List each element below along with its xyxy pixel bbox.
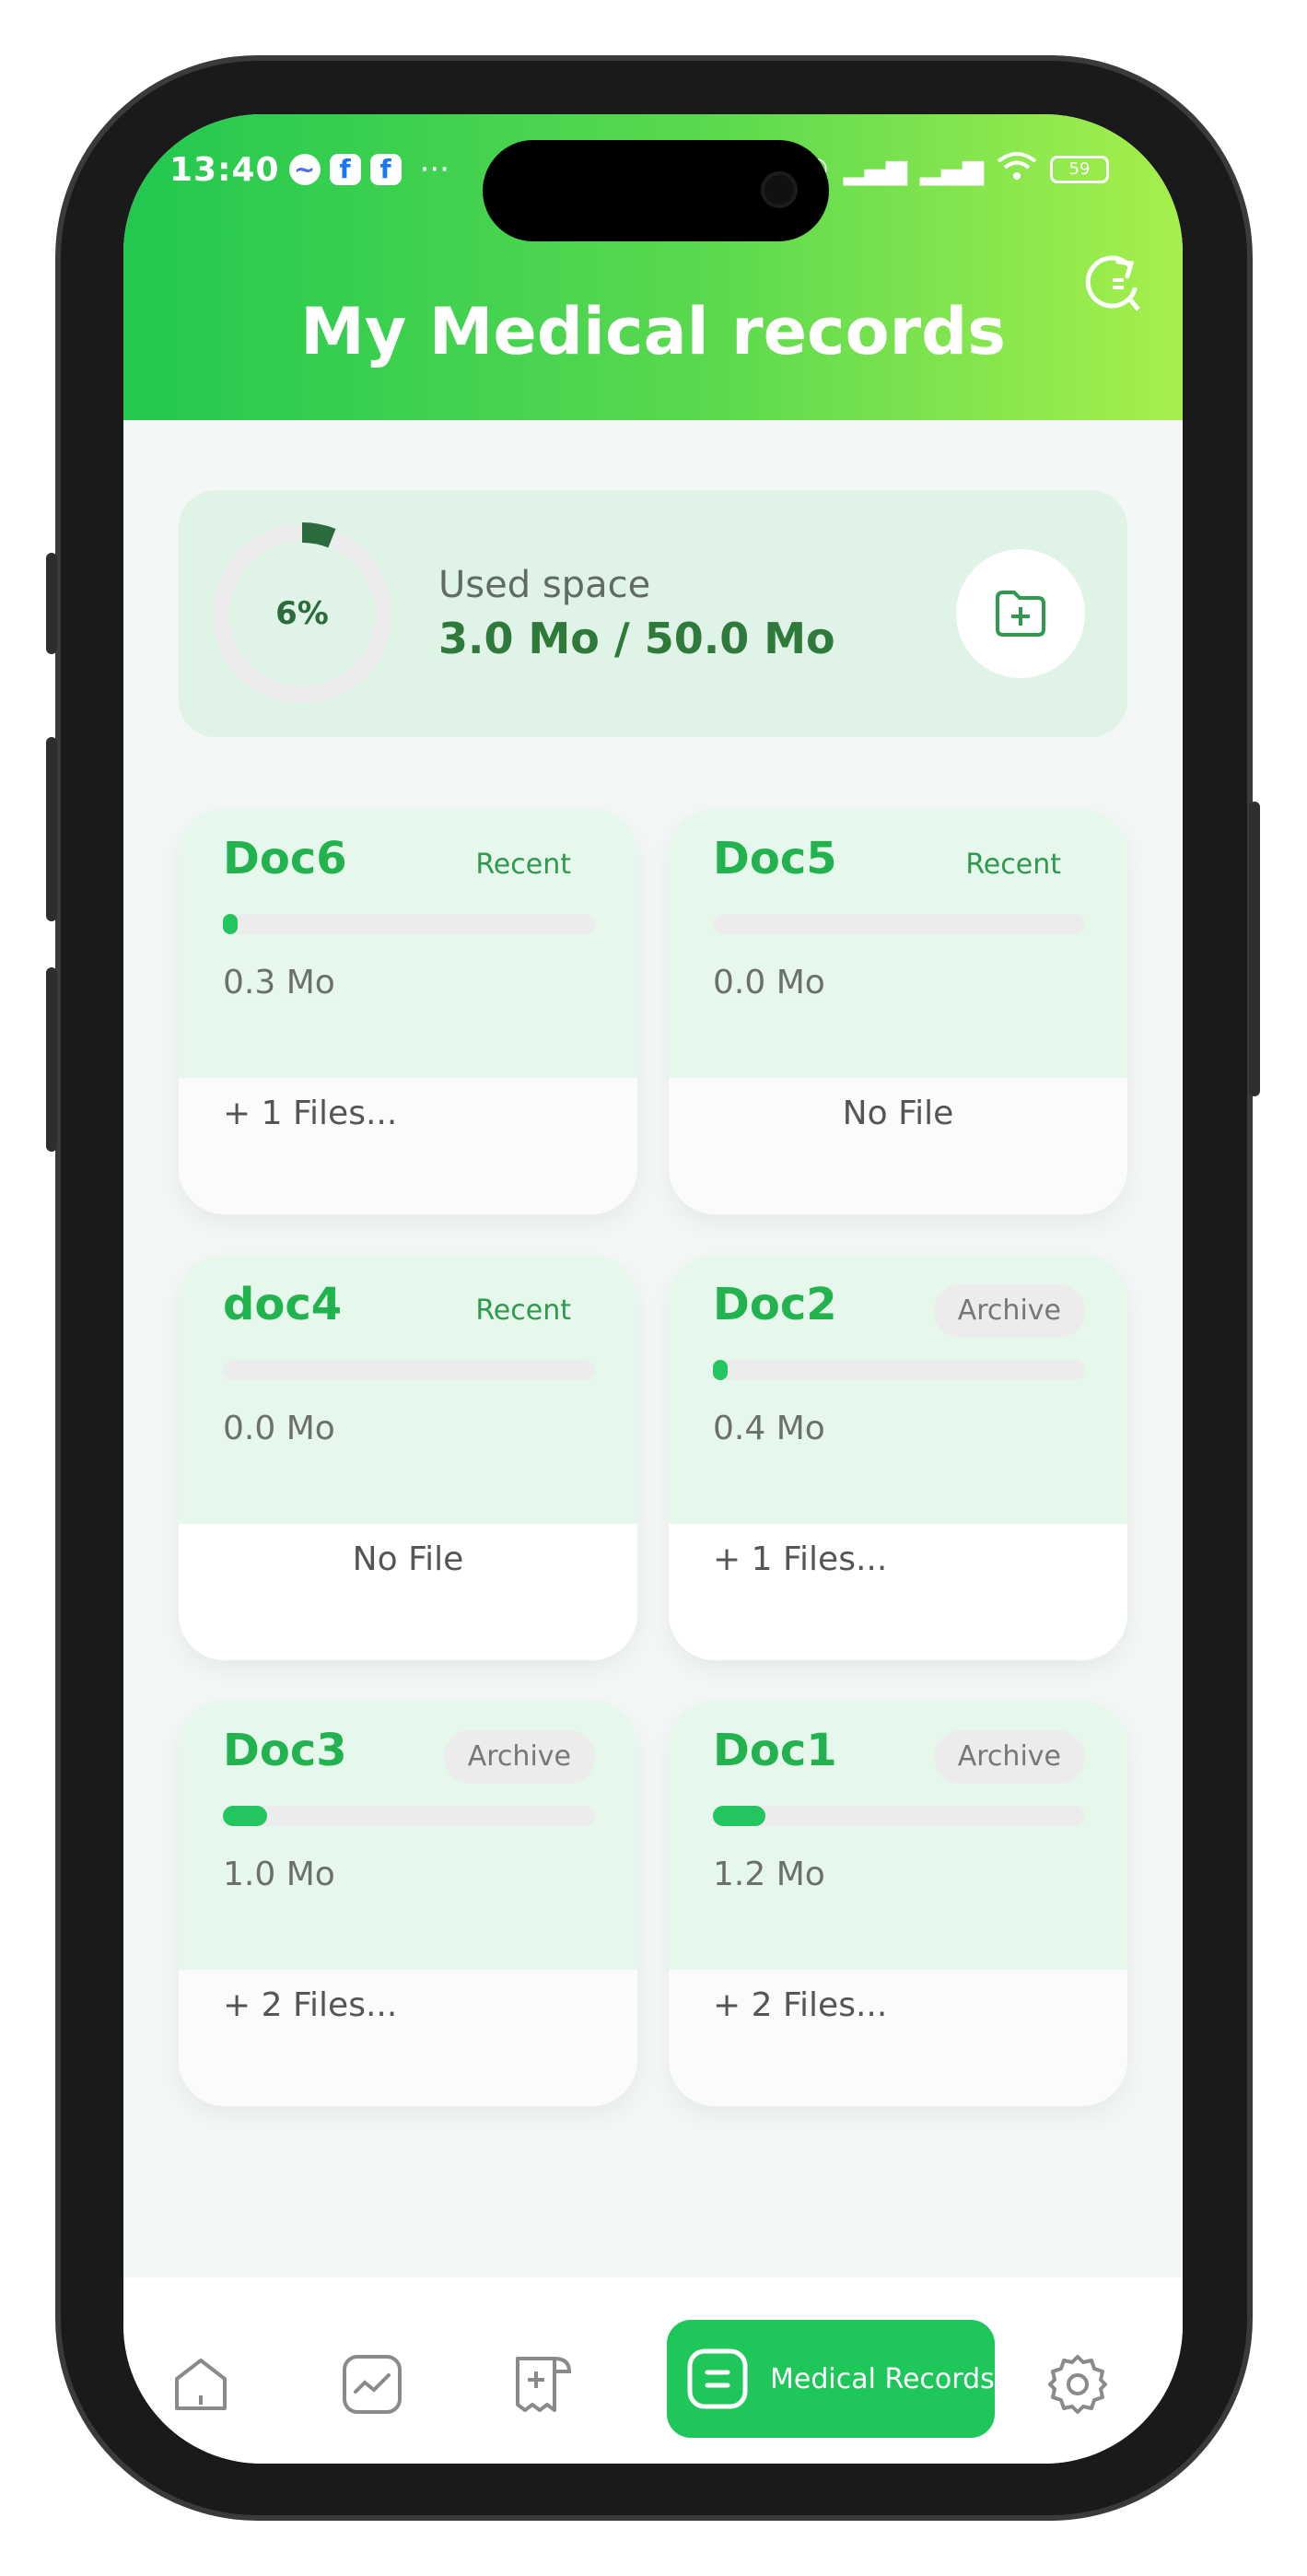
facebook-icon-2: f	[369, 154, 402, 185]
status-time: 13:40	[169, 150, 280, 189]
record-size: 0.0 Mo	[713, 964, 825, 1001]
record-card[interactable]: Doc3 Archive 1.0 Mo + 2 Files...	[179, 1701, 637, 2106]
action-button	[46, 553, 57, 654]
status-badge: Archive	[933, 1284, 1085, 1338]
size-progress-bar	[713, 914, 1085, 934]
files-count: + 1 Files...	[713, 1540, 888, 1578]
record-card[interactable]: Doc1 Archive 1.2 Mo + 2 Files...	[669, 1701, 1127, 2106]
nav-settings[interactable]	[1044, 2351, 1111, 2418]
record-name: Doc1	[713, 1725, 837, 1776]
dynamic-island	[483, 140, 829, 241]
used-space-label: Used space	[438, 564, 651, 606]
add-folder-icon	[996, 591, 1045, 637]
record-size: 1.0 Mo	[223, 1856, 335, 1893]
size-progress-bar	[223, 914, 595, 934]
bottom-nav	[123, 2277, 1183, 2464]
used-space-value: 3.0 Mo / 50.0 Mo	[438, 614, 835, 663]
more-notifications-icon: ···	[419, 151, 450, 188]
messenger-icon: ~	[288, 154, 321, 185]
home-icon	[175, 2359, 227, 2410]
record-size: 1.2 Mo	[713, 1856, 825, 1893]
gear-icon	[1048, 2355, 1107, 2414]
add-folder-button[interactable]	[956, 549, 1085, 678]
record-name: Doc6	[223, 833, 347, 884]
record-card[interactable]: Doc6 Recent 0.3 Mo + 1 Files...	[179, 809, 637, 1214]
signal-icon-2: ▂▄▆	[919, 153, 984, 186]
nav-stats[interactable]	[339, 2351, 405, 2418]
add-document-icon	[516, 2357, 572, 2412]
record-name: Doc2	[713, 1279, 837, 1330]
size-progress-fill	[713, 1360, 729, 1380]
status-badge: Recent	[451, 1284, 595, 1338]
record-name: doc4	[223, 1279, 343, 1330]
wifi-icon	[997, 150, 1037, 189]
record-card[interactable]: doc4 Recent 0.0 Mo No File	[179, 1255, 637, 1660]
size-progress-bar	[713, 1806, 1085, 1826]
record-card[interactable]: Doc5 Recent 0.0 Mo No File	[669, 809, 1127, 1214]
files-count: + 2 Files...	[223, 1986, 398, 2024]
size-progress-bar	[713, 1360, 1085, 1380]
page-title: My Medical records	[300, 294, 1006, 369]
size-progress-bar	[223, 1806, 595, 1826]
records-icon	[687, 2348, 748, 2409]
volume-down-button	[46, 967, 57, 1152]
status-badge: Recent	[941, 838, 1085, 892]
files-count: No File	[842, 1095, 954, 1132]
status-badge: Archive	[933, 1730, 1085, 1784]
record-card[interactable]: Doc2 Archive 0.4 Mo + 1 Files...	[669, 1255, 1127, 1660]
facebook-icon: f	[329, 154, 361, 185]
record-size: 0.3 Mo	[223, 964, 335, 1001]
size-progress-fill	[223, 1806, 268, 1826]
status-badge: Archive	[443, 1730, 595, 1784]
record-name: Doc3	[223, 1725, 347, 1776]
size-progress-bar	[223, 1360, 595, 1380]
record-size: 0.4 Mo	[713, 1410, 825, 1447]
app-screen: 13:40 ~ f f ··· ◌ ® ▂▄▆ ▂▄▆ 59 My Medica…	[123, 114, 1183, 2464]
storage-percent: 6%	[275, 595, 329, 632]
signal-icon: ▂▄▆	[843, 153, 907, 186]
volume-up-button	[46, 737, 57, 921]
files-count: + 2 Files...	[713, 1986, 888, 2024]
size-progress-fill	[713, 1806, 765, 1826]
nav-medical-records[interactable]: Medical Records	[667, 2320, 995, 2438]
header-banner: 13:40 ~ f f ··· ◌ ® ▂▄▆ ▂▄▆ 59 My Medica…	[123, 114, 1183, 420]
files-count: + 1 Files...	[223, 1095, 398, 1132]
size-progress-fill	[223, 914, 239, 934]
chart-icon	[343, 2355, 402, 2414]
record-size: 0.0 Mo	[223, 1410, 335, 1447]
battery-icon: 59	[1050, 156, 1109, 183]
nav-prescriptions[interactable]	[510, 2351, 577, 2418]
nav-medical-records-label: Medical Records	[770, 2362, 995, 2395]
files-count: No File	[352, 1540, 464, 1578]
storage-summary: 6% Used space 3.0 Mo / 50.0 Mo	[179, 490, 1127, 737]
status-badge: Recent	[451, 838, 595, 892]
camera-icon	[761, 171, 798, 208]
record-name: Doc5	[713, 833, 837, 884]
power-button	[1249, 802, 1260, 1096]
nav-home[interactable]	[168, 2351, 234, 2418]
